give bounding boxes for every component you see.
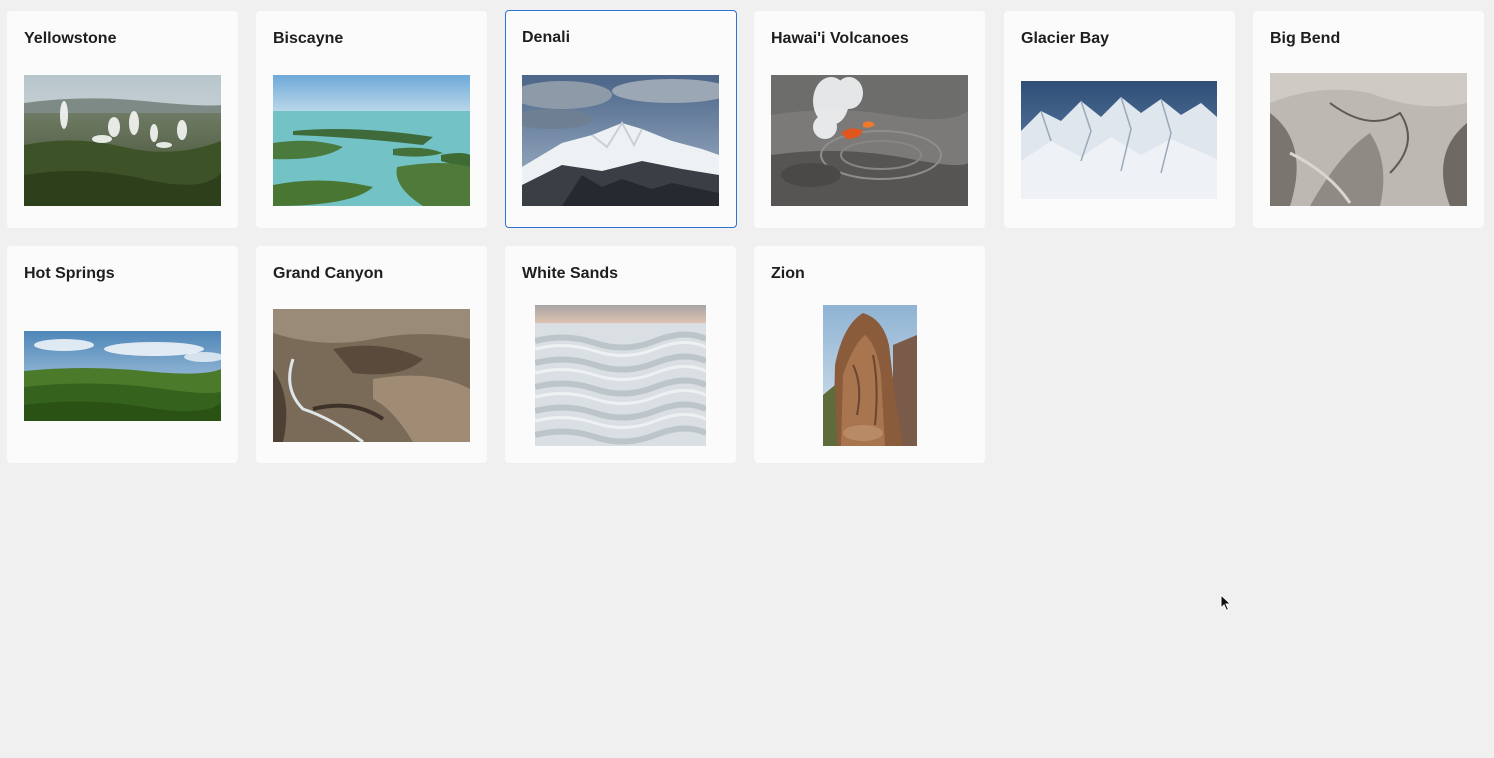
- park-card-title: Denali: [522, 29, 571, 46]
- park-card-title: White Sands: [522, 265, 619, 282]
- park-card-white-sands[interactable]: White Sands: [505, 246, 736, 463]
- grand-canyon-image: [273, 309, 470, 442]
- park-card-zion[interactable]: Zion: [754, 246, 985, 463]
- park-card-title: Zion: [771, 265, 805, 282]
- hot-springs-forest-image: [24, 331, 221, 421]
- park-card-glacier-bay[interactable]: Glacier Bay: [1004, 11, 1235, 228]
- park-card-hawaii-volcanoes[interactable]: Hawai'i Volcanoes: [754, 11, 985, 228]
- park-card-title: Grand Canyon: [273, 265, 384, 282]
- denali-mountain-image: [522, 75, 719, 206]
- white-sands-dunes-image: [535, 305, 706, 446]
- park-card-grand-canyon[interactable]: Grand Canyon: [256, 246, 487, 463]
- park-card-yellowstone[interactable]: Yellowstone: [7, 11, 238, 228]
- yellowstone-geysers-image: [24, 75, 221, 206]
- zion-cliff-image: [823, 305, 917, 446]
- park-card-hot-springs[interactable]: Hot Springs: [7, 246, 238, 463]
- park-card-title: Hot Springs: [24, 265, 115, 282]
- big-bend-canyon-image: [1270, 73, 1467, 206]
- park-card-biscayne[interactable]: Biscayne: [256, 11, 487, 228]
- park-card-title: Yellowstone: [24, 30, 117, 47]
- park-card-title: Biscayne: [273, 30, 344, 47]
- park-card-big-bend[interactable]: Big Bend: [1253, 11, 1484, 228]
- park-card-denali[interactable]: Denali: [505, 10, 737, 228]
- park-gallery: Yellowstone Biscayne Denali Hawai'i Volc…: [0, 0, 1494, 758]
- biscayne-bay-image: [273, 75, 470, 206]
- park-card-title: Big Bend: [1270, 30, 1341, 47]
- park-card-title: Glacier Bay: [1021, 30, 1110, 47]
- mouse-cursor-icon: [1220, 593, 1232, 612]
- park-card-title: Hawai'i Volcanoes: [771, 30, 909, 47]
- hawaii-volcano-image: [771, 75, 968, 206]
- glacier-bay-mountains-image: [1021, 81, 1217, 199]
